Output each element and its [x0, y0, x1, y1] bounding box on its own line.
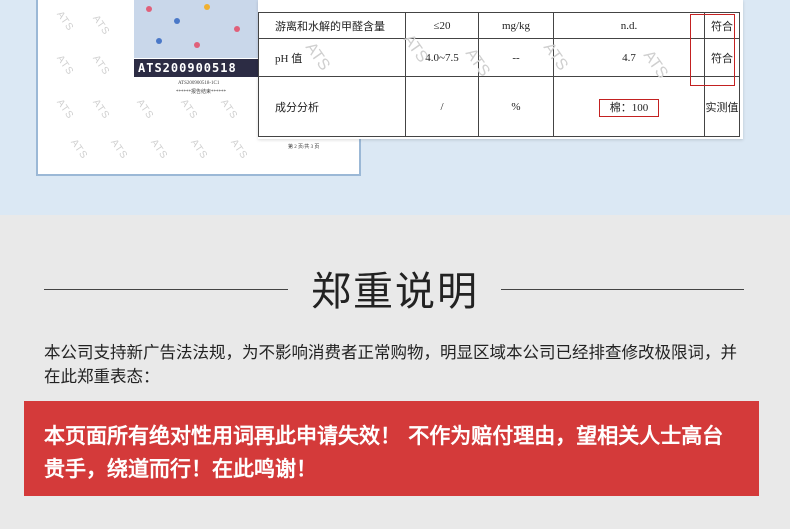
result-cell: 棉：100 — [553, 76, 705, 137]
verdict-highlight-box — [690, 14, 735, 86]
item-cell: pH 值 — [258, 38, 406, 77]
composition-highlight: 棉：100 — [598, 98, 660, 117]
test-report-banner: ATS200900518 ATS200900518-1C1 ******报告结束… — [0, 0, 790, 215]
sample-id-text: ATS200900518-1C1 — [178, 81, 220, 86]
disclaimer-text: 本页面所有绝对性用词再此申请失效！ 不作为赔付理由，望相关人士高台贵手，绕道而行… — [44, 424, 724, 481]
watermark: ATS — [178, 97, 200, 122]
watermark: ATS — [54, 53, 76, 78]
result-cell: 4.7 — [553, 38, 705, 77]
statement-paragraph: 本公司支持新广告法法规，为不影响消费者正常购物，明显区域本公司已经排查修改极限词… — [44, 343, 737, 386]
watermark: ATS — [108, 137, 130, 162]
watermark: ATS — [148, 137, 170, 162]
watermark: ATS — [134, 97, 156, 122]
watermark: ATS — [68, 137, 90, 162]
unit-cell: mg/kg — [478, 12, 554, 39]
watermark: ATS — [90, 53, 112, 78]
watermark: ATS — [228, 137, 250, 162]
item-cell: 游离和水解的甲醛含量 — [258, 12, 406, 39]
page-number: 第 2 页/共 3 页 — [288, 145, 320, 150]
watermark: ATS — [90, 13, 112, 38]
watermark: ATS — [218, 97, 240, 122]
report-end-text: ******报告结束****** — [176, 90, 227, 95]
watermark: ATS — [188, 137, 210, 162]
watermark: ATS — [54, 97, 76, 122]
test-results-table: 游离和水解的甲醛含量 ≤20 mg/kg n.d. 符合 pH 值 4.0~7.… — [258, 12, 740, 137]
disclaimer-banner: 本页面所有绝对性用词再此申请失效！ 不作为赔付理由，望相关人士高台贵手，绕道而行… — [24, 401, 759, 496]
section-title-text: 郑重说明 — [297, 269, 493, 315]
section-title: 郑重说明 — [0, 259, 790, 317]
item-cell: 成分分析 — [258, 76, 406, 137]
watermark: ATS — [54, 9, 76, 34]
table-row: 成分分析 / % 棉：100 实测值 — [258, 76, 740, 137]
limit-cell: / — [405, 76, 479, 137]
unit-cell: % — [478, 76, 554, 137]
watermark: ATS — [90, 97, 112, 122]
table-row: 游离和水解的甲醛含量 ≤20 mg/kg n.d. 符合 — [258, 12, 740, 39]
result-cell: n.d. — [553, 12, 705, 39]
